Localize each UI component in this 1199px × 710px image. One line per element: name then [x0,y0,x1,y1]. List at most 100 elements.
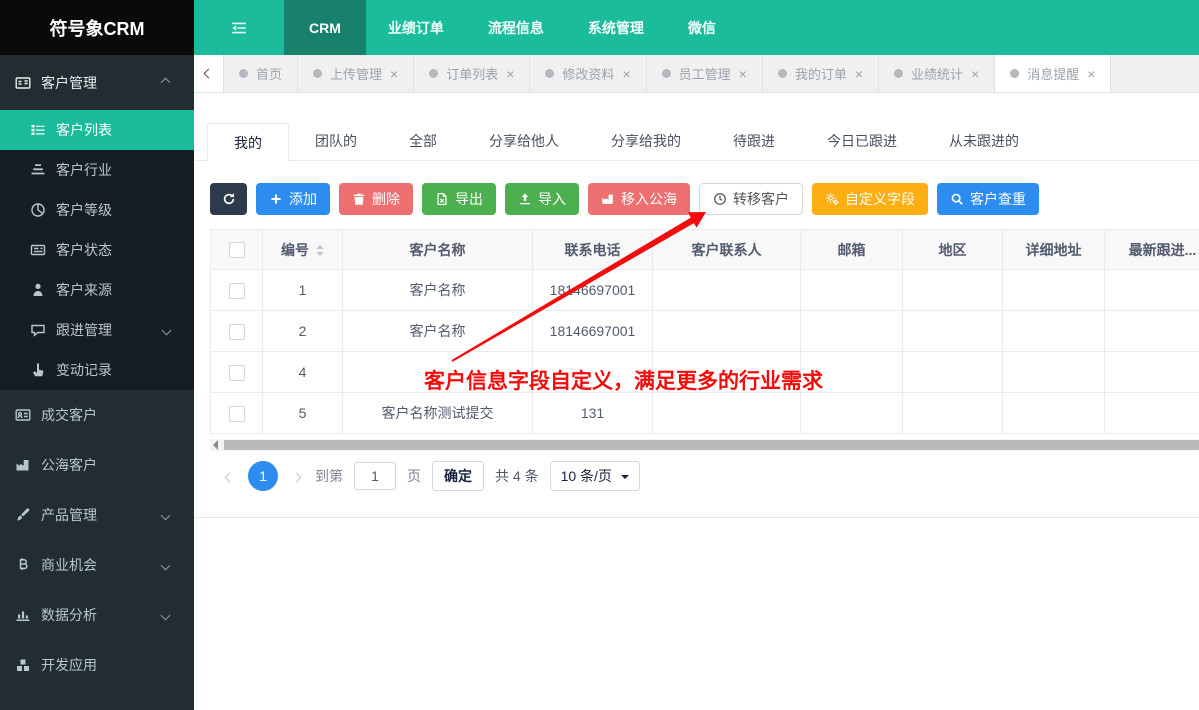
cell-email [800,269,903,311]
horizontal-scrollbar[interactable] [210,439,1199,451]
add-customer-button[interactable]: 添加 [256,183,330,215]
column-header-email: 邮箱 [800,229,903,270]
sidebar-item-followup-management[interactable]: 跟进管理 [0,310,194,350]
close-tab-icon[interactable]: × [1087,66,1095,82]
prev-page-button[interactable] [222,464,237,488]
page-size-select[interactable]: 10 条/页 [549,461,640,491]
cell-address [1002,310,1105,352]
cell-phone: 18146697001 [532,310,653,352]
top-navbar: CRM 业绩订单 流程信息 系统管理 微信 [194,0,1199,55]
sidebar-item-product-management[interactable]: 产品管理 [0,490,194,540]
select-all-checkbox[interactable] [228,242,245,259]
nav-item-wechat[interactable]: 微信 [666,0,738,55]
sidebar-item-customer-list[interactable]: 客户列表 [0,110,194,150]
toolbar: 添加 删除 导出 导入 移入公海 转移客户 自定义字段 客户查重 [210,183,1199,215]
sidebar-item-customer-status[interactable]: 客户状态 [0,230,194,270]
refresh-button[interactable] [210,183,247,215]
page-tab-upload-management[interactable]: 上传管理 × [298,55,415,92]
sidebar-item-public-sea-customers[interactable]: 公海客户 [0,440,194,490]
page-number-1[interactable]: 1 [248,461,278,491]
goto-page-input[interactable] [354,462,396,490]
page-tab-label: 上传管理 [330,67,383,82]
page-tab-performance-stats[interactable]: 业绩统计 × [879,55,996,92]
nav-item-performance-orders[interactable]: 业绩订单 [366,0,466,55]
sidebar-item-customer-source[interactable]: 客户来源 [0,270,194,310]
sidebar-item-label: 客户等级 [56,202,112,218]
cell-followup [1104,310,1199,352]
menu-indent-icon [231,20,247,36]
file-export-icon [435,192,449,206]
close-tab-icon[interactable]: × [622,66,630,82]
nav-item-crm[interactable]: CRM [284,0,366,55]
tabstrip-back-button[interactable] [194,55,224,92]
next-page-button[interactable] [289,464,304,488]
close-tab-icon[interactable]: × [506,66,514,82]
id-card-icon [15,407,31,423]
sidebar-item-closed-customers[interactable]: 成交客户 [0,390,194,440]
nav-item-process-info[interactable]: 流程信息 [466,0,566,55]
export-button[interactable]: 导出 [422,183,496,215]
sidebar-item-customer-level[interactable]: 客户等级 [0,190,194,230]
refresh-icon [222,192,236,206]
chevron-up-icon [160,77,171,88]
nav-item-system-management[interactable]: 系统管理 [566,0,666,55]
view-tab-team[interactable]: 团队的 [289,122,383,160]
goto-label: 到第 [315,468,343,484]
row-checkbox[interactable] [228,282,245,299]
column-label: 编号 [281,241,309,258]
view-tab-shared-to-others[interactable]: 分享给他人 [463,122,585,160]
close-tab-icon[interactable]: × [971,66,979,82]
sidebar-item-change-records[interactable]: 变动记录 [0,350,194,390]
column-header-address: 详细地址 [1002,229,1105,270]
row-checkbox[interactable] [228,323,245,340]
scroll-left-arrow-icon[interactable] [213,440,218,450]
close-tab-icon[interactable]: × [855,66,863,82]
delete-button[interactable]: 删除 [339,183,413,215]
view-tab-never-followed[interactable]: 从未跟进的 [923,122,1045,160]
row-checkbox[interactable] [228,364,245,381]
sidebar-item-data-analysis[interactable]: 数据分析 [0,590,194,640]
import-button[interactable]: 导入 [505,183,579,215]
close-tab-icon[interactable]: × [390,66,398,82]
tab-dot-icon [239,69,248,78]
sidebar-toggle-button[interactable] [194,0,284,55]
sort-icon[interactable] [316,245,324,257]
page-tab-order-list[interactable]: 订单列表 × [414,55,531,92]
scrollbar-thumb[interactable] [224,440,1199,450]
page-tab-edit-profile[interactable]: 修改资料 × [530,55,647,92]
column-header-region: 地区 [902,229,1003,270]
sidebar-item-dev-applications[interactable]: 开发应用 [0,640,194,690]
page-tab-message-alerts[interactable]: 消息提醒 × [995,55,1112,92]
button-label: 删除 [372,191,400,207]
cell-address [1002,392,1105,434]
hand-pointer-icon [30,362,46,378]
sidebar-group-customer-management[interactable]: 客户管理 [0,55,194,110]
view-tab-followed-today[interactable]: 今日已跟进 [801,122,923,160]
row-checkbox[interactable] [228,405,245,422]
sidebar-item-label: 产品管理 [41,507,97,523]
view-tab-mine[interactable]: 我的 [207,123,289,161]
view-tab-shared-to-me[interactable]: 分享给我的 [585,122,707,160]
column-header-id[interactable]: 编号 [262,229,343,270]
sidebar-item-label: 客户状态 [56,242,112,258]
page-tab-employee-management[interactable]: 员工管理 × [647,55,763,92]
page-tab-home[interactable]: 首页 [224,55,299,92]
sidebar-item-customer-industry[interactable]: 客户行业 [0,150,194,190]
custom-fields-button[interactable]: 自定义字段 [812,183,928,215]
confirm-page-button[interactable]: 确定 [432,461,484,491]
page-tab-my-orders[interactable]: 我的订单 × [763,55,880,92]
close-tab-icon[interactable]: × [739,66,747,82]
view-tab-to-follow[interactable]: 待跟进 [707,122,801,160]
move-to-public-sea-button[interactable]: 移入公海 [588,183,690,215]
transfer-customer-button[interactable]: 转移客户 [699,183,803,215]
view-tab-all[interactable]: 全部 [383,122,463,160]
address-card-icon [15,75,31,91]
dedupe-customer-button[interactable]: 客户查重 [937,183,1039,215]
page-tab-label: 员工管理 [678,67,731,82]
sidebar-item-label: 跟进管理 [56,322,112,338]
paint-brush-icon [15,507,31,523]
table-row: 1 客户名称 18146697001 [210,269,1199,311]
bar-chart-icon [15,607,31,623]
sidebar-item-business-opportunity[interactable]: 商业机会 [0,540,194,590]
button-label: 导入 [538,191,566,207]
